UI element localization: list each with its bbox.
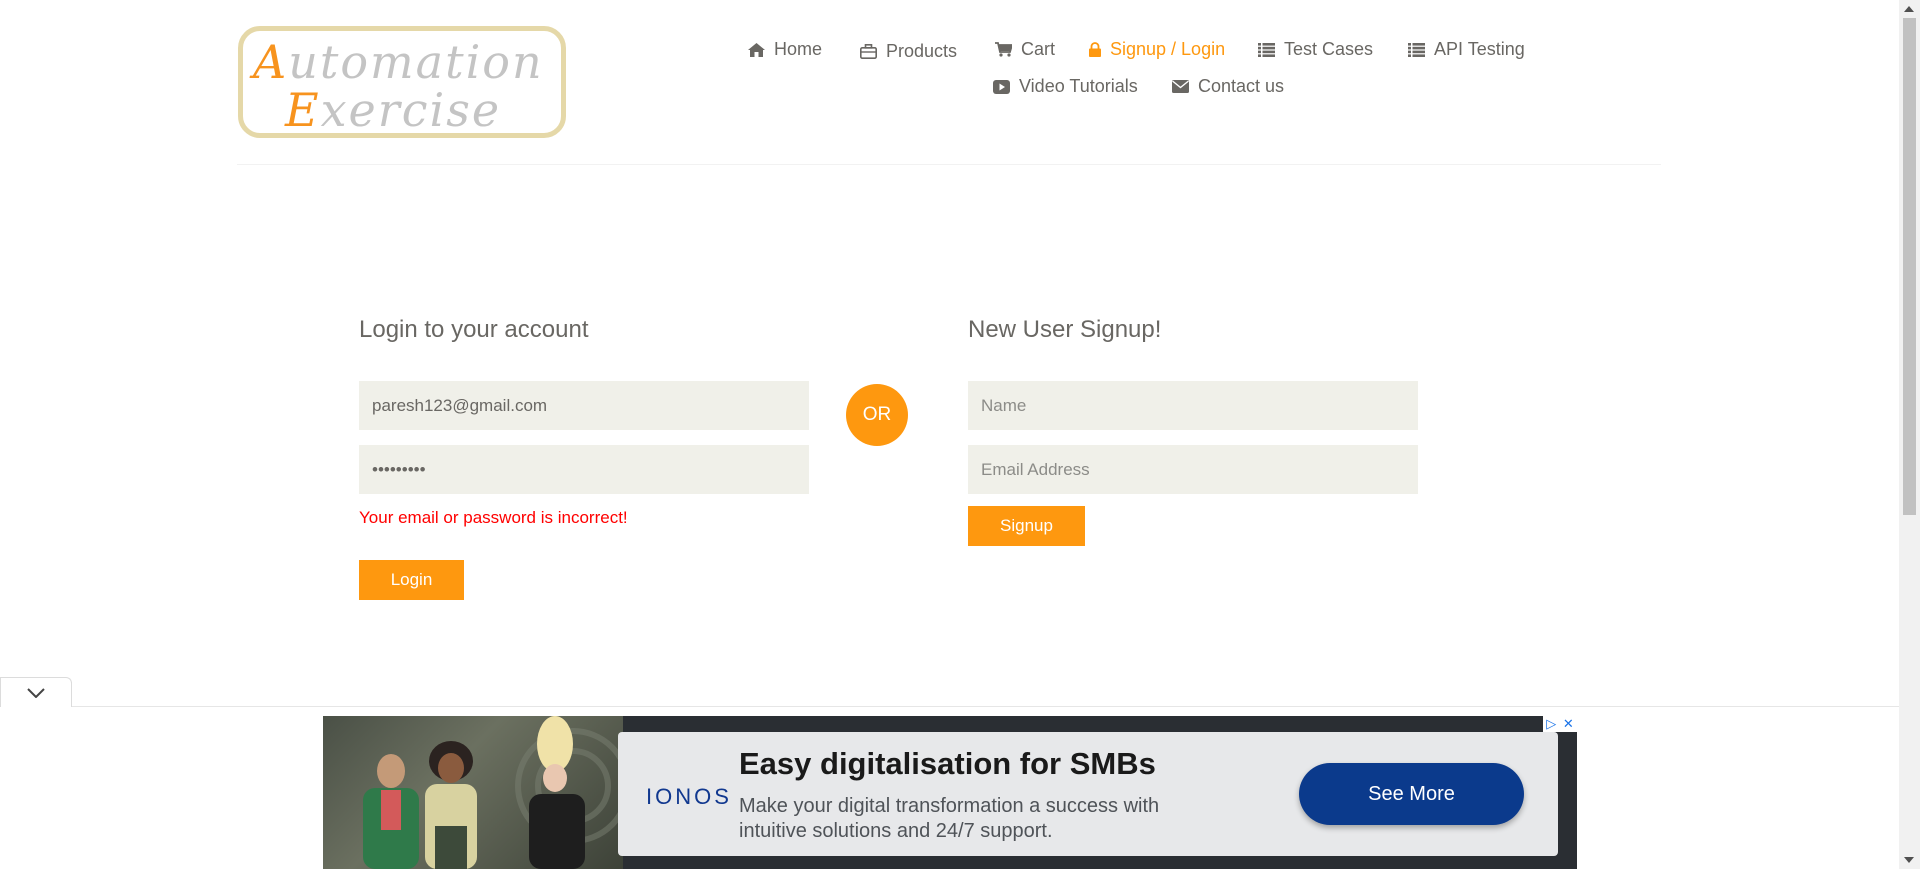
ad-banner[interactable]: IONOS Easy digitalisation for SMBs Make … — [323, 716, 1577, 869]
ad-close-icon[interactable]: ✕ — [1563, 716, 1574, 732]
signup-title: New User Signup! — [968, 316, 1162, 343]
signup-name-input[interactable] — [968, 381, 1418, 430]
signup-email-input[interactable] — [968, 445, 1418, 494]
envelope-icon — [1172, 80, 1189, 93]
header-divider — [237, 164, 1661, 165]
ad-collapse-toggle[interactable] — [0, 677, 72, 707]
list-icon — [1408, 42, 1425, 57]
home-icon — [748, 42, 765, 57]
ad-brand-logo: IONOS — [646, 784, 732, 809]
ad-body-text: Make your digital transformation a succe… — [739, 795, 1160, 842]
list-icon — [1258, 42, 1275, 57]
logo-word-automation: utomation — [288, 35, 544, 89]
nav-home-label: Home — [774, 39, 823, 59]
nav-api-testing-label: API Testing — [1434, 39, 1525, 59]
nav-video-tutorials[interactable]: Video Tutorials — [993, 76, 1138, 97]
nav-cart[interactable]: Cart — [995, 39, 1055, 60]
nav-products-label: Products — [886, 41, 958, 61]
nav-test-cases[interactable]: Test Cases — [1258, 39, 1373, 60]
nav-contact-us[interactable]: Contact us — [1172, 76, 1284, 97]
youtube-play-icon — [993, 79, 1010, 94]
ad-card[interactable]: IONOS Easy digitalisation for SMBs Make … — [618, 732, 1558, 856]
lock-icon — [1089, 42, 1101, 57]
logo-cap-e: E — [285, 83, 321, 137]
logo-line-2: Exercise — [285, 83, 501, 137]
nav-home[interactable]: Home — [748, 39, 822, 60]
login-button[interactable]: Login — [359, 560, 464, 600]
scroll-down-arrow-icon[interactable] — [1904, 857, 1914, 863]
or-divider-badge: OR — [846, 384, 908, 446]
nav-api-testing[interactable]: API Testing — [1408, 39, 1525, 60]
ad-choices-controls: ▷ ✕ — [1543, 716, 1577, 732]
or-label: OR — [862, 404, 892, 425]
nav-contact-us-label: Contact us — [1198, 76, 1285, 96]
nav-test-cases-label: Test Cases — [1284, 39, 1374, 59]
cart-icon — [995, 42, 1012, 57]
page-scrollbar[interactable] — [1899, 0, 1920, 869]
chevron-down-icon — [27, 687, 45, 698]
logo-word-exercise: xercise — [320, 83, 502, 137]
ad-separator — [0, 706, 1899, 707]
nav-signup-login-label: Signup / Login — [1110, 39, 1226, 59]
logo-cap-a: A — [253, 35, 289, 89]
nav-video-tutorials-label: Video Tutorials — [1019, 76, 1138, 96]
login-email-input[interactable] — [359, 381, 809, 430]
ad-see-more-button[interactable]: See More — [1299, 763, 1524, 825]
site-logo[interactable]: Automation Exercise — [238, 26, 566, 138]
briefcase-icon — [860, 44, 877, 59]
login-title: Login to your account — [359, 316, 589, 343]
ad-choices-icon[interactable]: ▷ — [1546, 716, 1556, 732]
ad-people-image — [323, 716, 631, 869]
ad-headline: Easy digitalisation for SMBs — [739, 746, 1156, 781]
signup-button[interactable]: Signup — [968, 506, 1085, 546]
logo-line-1: Automation — [253, 35, 544, 89]
ad-people-illustration — [363, 716, 631, 869]
nav-signup-login[interactable]: Signup / Login — [1089, 39, 1225, 60]
login-error-message: Your email or password is incorrect! — [359, 508, 628, 527]
login-password-input[interactable] — [359, 445, 809, 494]
nav-products[interactable]: Products — [860, 41, 957, 62]
nav-cart-label: Cart — [1021, 39, 1056, 59]
scroll-up-arrow-icon[interactable] — [1904, 6, 1914, 12]
scrollbar-thumb[interactable] — [1903, 18, 1916, 515]
